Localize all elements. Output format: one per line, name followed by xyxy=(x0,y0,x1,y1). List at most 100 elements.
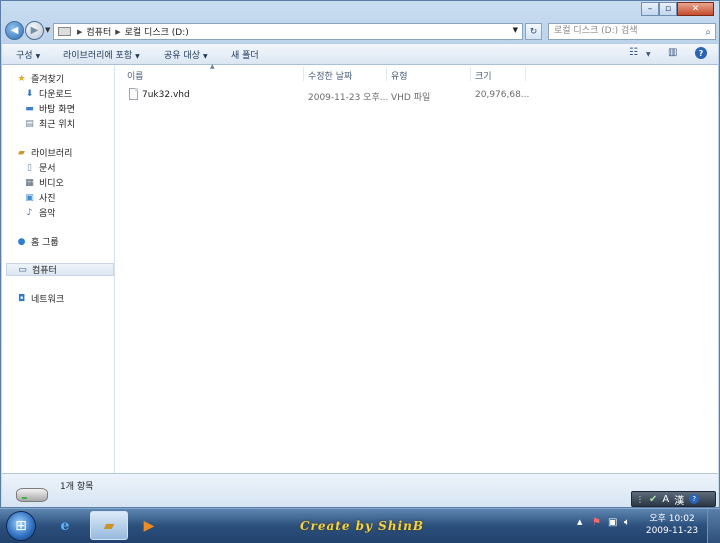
chevron-down-icon: ▼ xyxy=(35,53,41,60)
nav-pictures-label: 사진 xyxy=(39,194,56,204)
back-arrow-icon: ◀ xyxy=(10,25,19,36)
share-with-button[interactable]: 공유 대상 ▼ xyxy=(164,48,208,61)
nav-favorites[interactable]: ★ 즐겨찾기 xyxy=(16,72,128,86)
action-center-icon[interactable]: ⚑ xyxy=(592,517,601,528)
volume-icon[interactable]: 🔈︎ xyxy=(624,517,630,528)
ime-check-icon[interactable]: ✔ xyxy=(649,494,657,505)
breadcrumb-drive-d[interactable]: 로컬 디스크 (D:) xyxy=(125,25,189,38)
nav-videos-label: 비디오 xyxy=(39,179,64,189)
brand-watermark: Create by ShinB xyxy=(300,519,424,533)
hard-drive-icon xyxy=(16,488,48,502)
nav-computer-label: 컴퓨터 xyxy=(32,266,57,276)
forward-button[interactable]: ▶ xyxy=(25,21,44,40)
input-mode-indicator[interactable]: A xyxy=(662,494,669,505)
nav-homegroup[interactable]: ● 홈 그룹 xyxy=(16,235,128,249)
explorer-button[interactable]: ▰ xyxy=(90,511,128,540)
organize-button[interactable]: 구성 ▼ xyxy=(16,48,40,61)
nav-downloads-label: 다운로드 xyxy=(39,90,73,100)
column-divider[interactable] xyxy=(470,67,471,81)
taskbar: ⊞ e ▰ ▶ Create by ShinB ▲ ⚑ ▣ 🔈︎ 오후 10:0… xyxy=(0,508,720,543)
details-pane: 1개 항목 xyxy=(2,473,718,507)
file-icon xyxy=(129,88,138,100)
address-bar[interactable]: ▶ 컴퓨터 ▶ 로컬 디스크 (D:) ▼ xyxy=(53,23,523,40)
nav-computer[interactable]: ▭ 컴퓨터 xyxy=(6,263,114,276)
share-with-label: 공유 대상 xyxy=(164,51,200,61)
minimize-button[interactable]: – xyxy=(641,2,659,16)
column-header-size[interactable]: 크기 xyxy=(475,69,492,82)
include-in-library-button[interactable]: 라이브러리에 포함 ▼ xyxy=(63,48,140,61)
pictures-icon: ▣ xyxy=(25,192,34,203)
recent-places-icon: ▤ xyxy=(25,118,34,129)
media-player-icon: ▶ xyxy=(143,517,155,534)
hanja-indicator[interactable]: 漢 xyxy=(674,492,684,507)
refresh-icon: ↻ xyxy=(529,26,538,37)
help-icon[interactable]: ? xyxy=(689,494,700,504)
back-button[interactable]: ◀ xyxy=(5,21,24,40)
start-button[interactable]: ⊞ xyxy=(6,511,36,541)
network-status-icon[interactable]: ▣ xyxy=(608,517,617,528)
view-options-dropdown[interactable]: ▼ xyxy=(646,51,651,58)
address-history-dropdown[interactable]: ▼ xyxy=(513,26,518,34)
windows-orb-icon: ⊞ xyxy=(15,518,27,534)
nav-network[interactable]: ◘ 네트워크 xyxy=(16,292,128,306)
close-button[interactable]: ✕ xyxy=(677,2,714,16)
column-header-type[interactable]: 유형 xyxy=(391,69,408,82)
chevron-down-icon: ▼ xyxy=(135,53,140,60)
search-input[interactable]: 로컬 디스크 (D:) 검색 ⌕ xyxy=(548,23,716,40)
language-bar[interactable]: ⋮ ✔ A 漢 ? xyxy=(631,491,716,507)
navigation-pane: ★ 즐겨찾기 ⬇ 다운로드 ▬ 바탕 화면 ▤ 최근 위치 ▰ 라이브러리 ▯ … xyxy=(2,65,115,473)
nav-music-label: 음악 xyxy=(39,209,56,219)
help-icon[interactable]: ? xyxy=(695,47,707,59)
title-bar[interactable]: – ▫ ✕ xyxy=(1,1,719,19)
nav-recent-places-label: 최근 위치 xyxy=(39,120,75,130)
internet-explorer-button[interactable]: e xyxy=(46,511,84,540)
nav-favorites-label: 즐겨찾기 xyxy=(31,75,65,85)
computer-icon: ▭ xyxy=(18,264,27,275)
chevron-down-icon: ▼ xyxy=(202,53,208,60)
file-name[interactable]: 7uk32.vhd xyxy=(142,90,190,100)
file-size: 20,976,68... xyxy=(475,90,530,100)
column-divider[interactable] xyxy=(386,67,387,81)
breadcrumb-separator-icon[interactable]: ▶ xyxy=(77,28,82,36)
system-clock[interactable]: 오후 10:02 2009-11-23 xyxy=(644,513,700,537)
item-count: 1개 항목 xyxy=(60,482,94,492)
column-divider[interactable] xyxy=(303,67,304,81)
documents-icon: ▯ xyxy=(27,162,32,173)
column-header-date-modified[interactable]: 수정한 날짜 xyxy=(308,69,352,82)
maximize-button[interactable]: ▫ xyxy=(659,2,677,16)
star-icon: ★ xyxy=(17,73,26,84)
new-folder-button[interactable]: 새 폴더 xyxy=(231,48,259,61)
refresh-button[interactable]: ↻ xyxy=(525,23,542,40)
column-divider[interactable] xyxy=(525,67,526,81)
desktop-icon: ▬ xyxy=(25,103,34,114)
column-header-name[interactable]: 이름 xyxy=(127,69,144,82)
nav-documents-label: 문서 xyxy=(39,164,56,174)
file-type: VHD 파일 xyxy=(391,93,431,103)
folder-icon: ▰ xyxy=(103,517,115,534)
network-icon: ◘ xyxy=(17,293,26,304)
nav-libraries[interactable]: ▰ 라이브러리 xyxy=(16,146,128,160)
clock-date: 2009-11-23 xyxy=(645,526,699,536)
file-list: ▲ 이름 수정한 날짜 유형 크기 7uk32.vhd 2009-11-23 오… xyxy=(115,63,718,473)
address-row: ◀ ▶ ▼ ▶ 컴퓨터 ▶ 로컬 디스크 (D:) ▼ ↻ 로컬 디스크 (D:… xyxy=(1,19,719,43)
internet-explorer-icon: e xyxy=(60,517,70,534)
preview-pane-icon[interactable]: ▥ xyxy=(668,47,677,58)
library-icon: ▰ xyxy=(18,147,25,158)
homegroup-icon: ● xyxy=(17,236,26,247)
clock-time: 오후 10:02 xyxy=(649,514,695,524)
breadcrumb-separator-icon[interactable]: ▶ xyxy=(115,28,120,36)
forward-arrow-icon: ▶ xyxy=(30,25,39,36)
nav-homegroup-label: 홈 그룹 xyxy=(31,238,59,248)
media-player-button[interactable]: ▶ xyxy=(134,511,164,540)
grip-icon: ⋮ xyxy=(636,494,644,504)
show-hidden-icons-icon[interactable]: ▲ xyxy=(577,518,582,526)
explorer-window: – ▫ ✕ ◀ ▶ ▼ ▶ 컴퓨터 ▶ 로컬 디스크 (D:) ▼ ↻ 로컬 디… xyxy=(0,0,720,508)
show-desktop-button[interactable] xyxy=(707,509,720,543)
recent-pages-dropdown[interactable]: ▼ xyxy=(45,26,50,34)
nav-desktop-label: 바탕 화면 xyxy=(39,105,75,115)
view-options-icon[interactable]: ☷ xyxy=(629,47,638,58)
file-date: 2009-11-23 오후... xyxy=(308,93,389,103)
command-bar: 구성 ▼ 라이브러리에 포함 ▼ 공유 대상 ▼ 새 폴더 ☷ ▼ ▥ ? xyxy=(2,43,718,65)
organize-label: 구성 xyxy=(16,51,33,61)
breadcrumb-computer[interactable]: 컴퓨터 xyxy=(86,25,111,38)
